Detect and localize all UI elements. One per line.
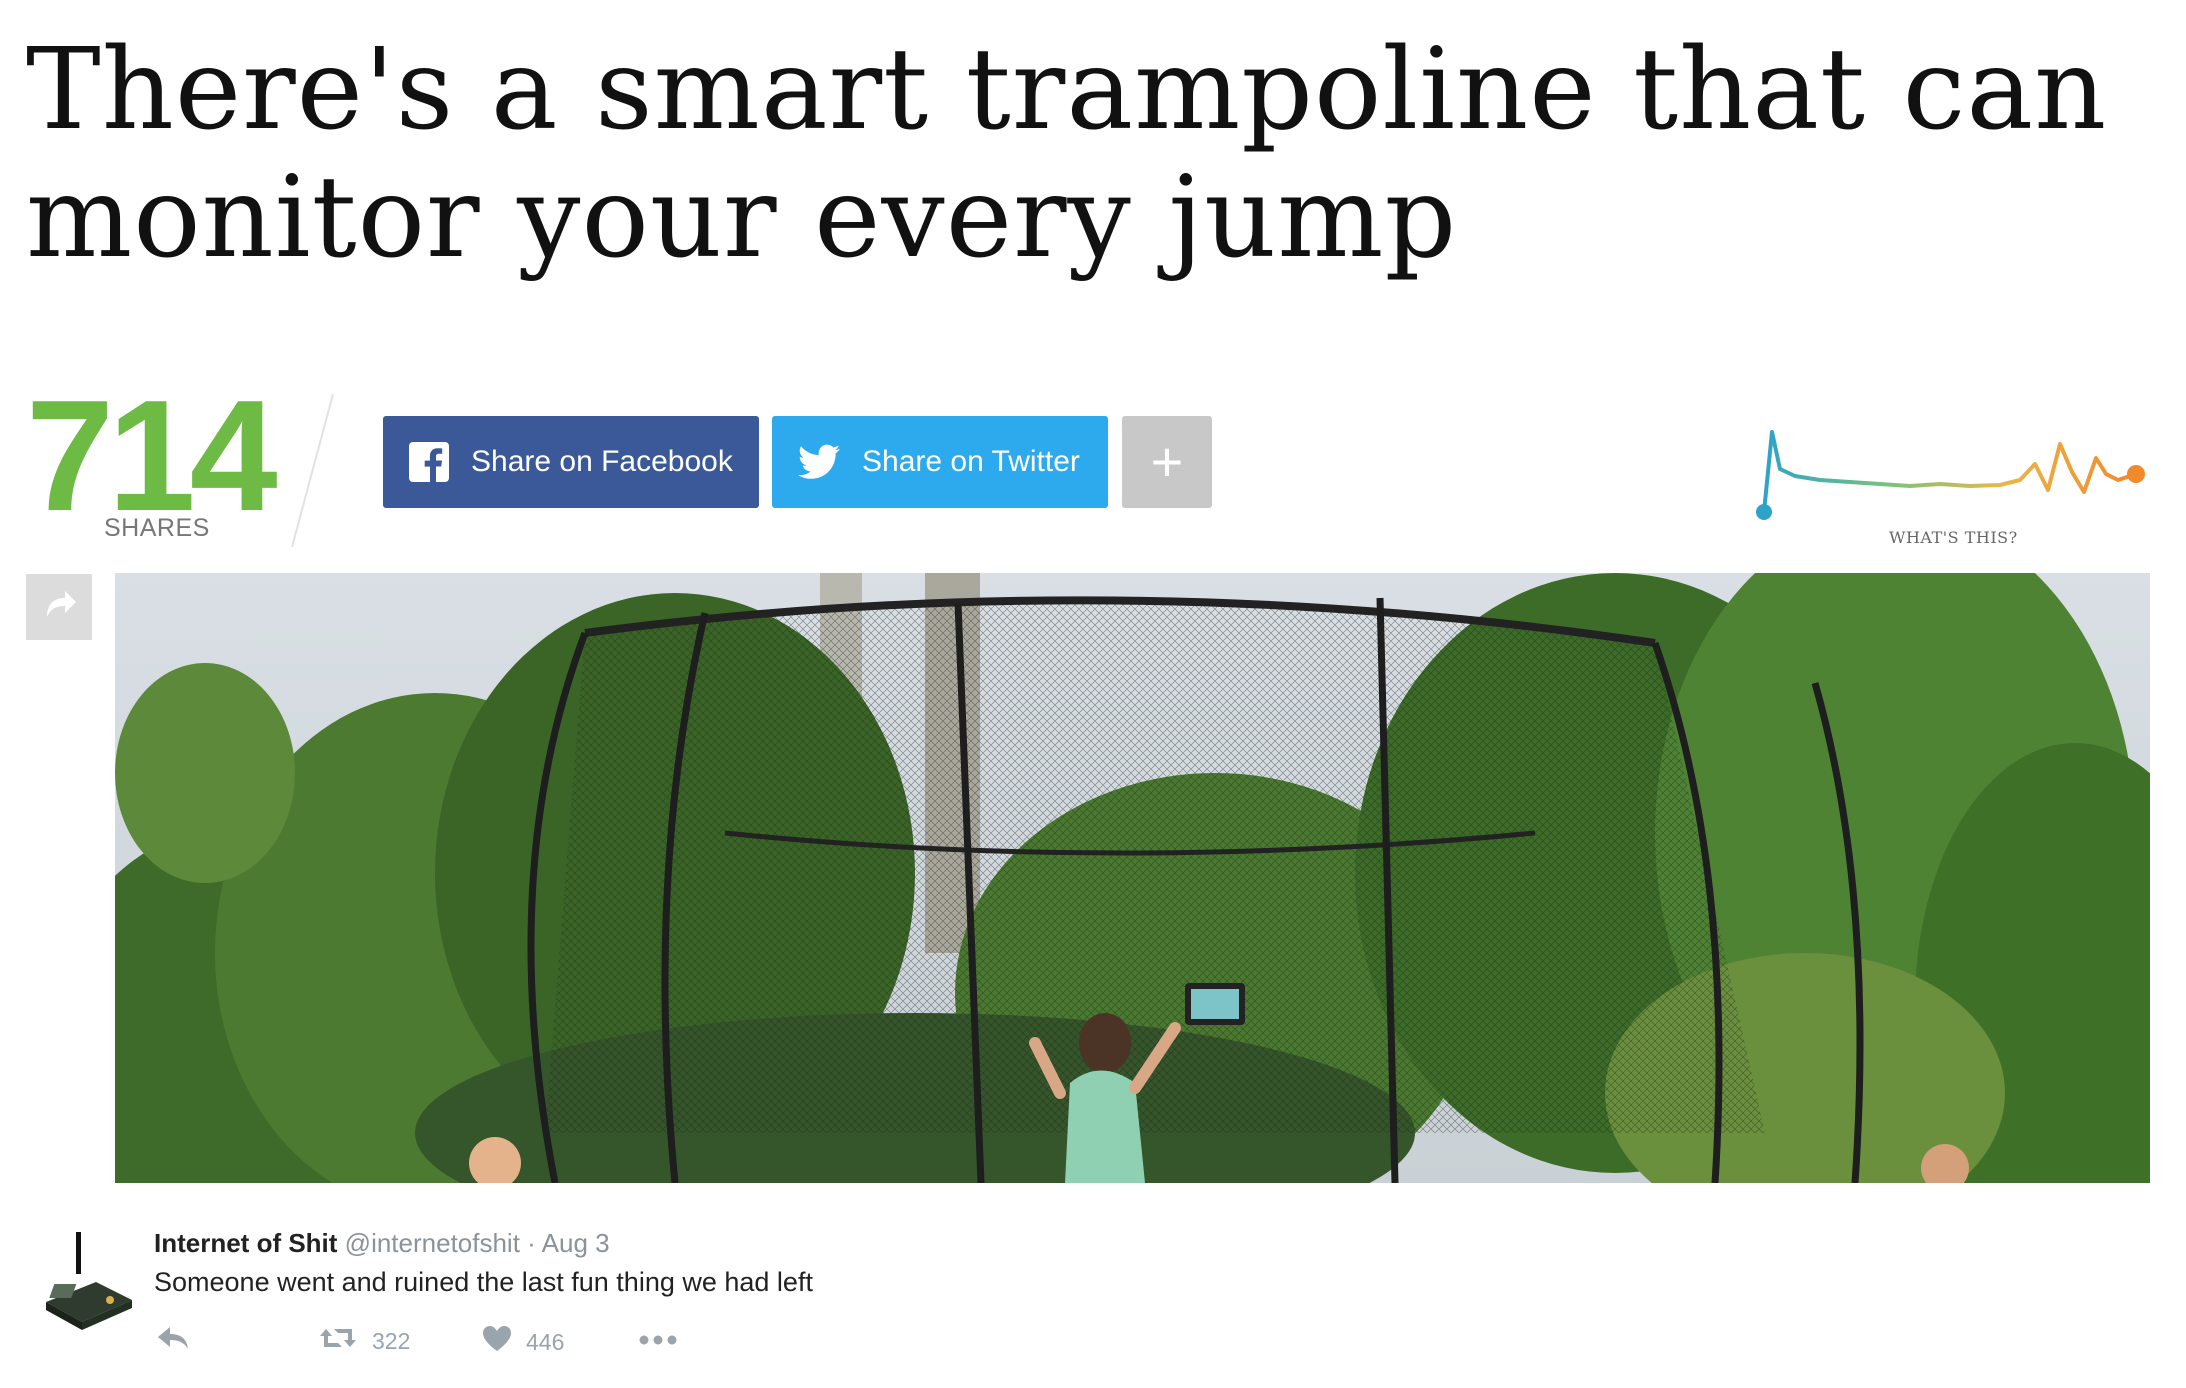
tweet-header: Internet of Shit @internetofshit · Aug 3 [154,1228,610,1259]
more-dots-icon [638,1325,678,1352]
plus-icon: + [1150,430,1184,493]
share-on-twitter-button[interactable]: Share on Twitter [772,416,1108,508]
retweet-icon [318,1325,358,1357]
share-divider [291,394,334,548]
share-trend-graph[interactable] [1750,414,2160,524]
share-count-label: SHARES [104,514,210,542]
curved-arrow-icon [39,585,79,630]
tweet-more-button[interactable] [638,1325,678,1352]
tweet-author-name[interactable]: Internet of Shit [154,1228,337,1258]
facebook-icon [409,442,449,482]
headline-line-2: monitor your every jump [26,153,1458,283]
tweet-separator: · [527,1228,536,1258]
whats-this-link[interactable]: WHAT'S THIS? [1889,528,2018,547]
tweet-reply-button[interactable] [156,1325,190,1357]
tweet-author-handle[interactable]: @internetofshit [345,1228,520,1258]
tweet-actions: 322 446 [154,1325,854,1365]
trend-end-dot [2127,465,2145,483]
tweet-date[interactable]: Aug 3 [542,1228,610,1258]
embedded-tweet: Internet of Shit @internetofshit · Aug 3… [0,1210,2186,1388]
hero-image-smart-trampoline [115,573,2150,1183]
share-count: 714 [26,368,278,544]
share-on-facebook-button[interactable]: Share on Facebook [383,416,759,508]
share-bar: 714 SHARES Share on Facebook Share on Tw… [0,368,2186,560]
tweet-avatar[interactable] [40,1230,136,1340]
retweet-count: 322 [372,1327,411,1354]
headline-line-1: There's a smart trampoline that can [26,25,2108,155]
reshare-button[interactable] [26,574,92,640]
like-count: 446 [526,1328,565,1355]
heart-icon [482,1325,512,1359]
more-share-options-button[interactable]: + [1122,416,1212,508]
article-headline: There's a smart trampoline that can moni… [26,26,2126,282]
trend-start-dot [1756,504,1772,520]
tweet-like-button[interactable]: 446 [482,1325,564,1359]
facebook-button-label: Share on Facebook [471,445,733,478]
reply-icon [156,1325,190,1357]
tweet-retweet-button[interactable]: 322 [318,1325,410,1357]
twitter-bird-icon [798,444,840,480]
twitter-button-label: Share on Twitter [862,445,1080,478]
tweet-text: Someone went and ruined the last fun thi… [154,1267,813,1297]
